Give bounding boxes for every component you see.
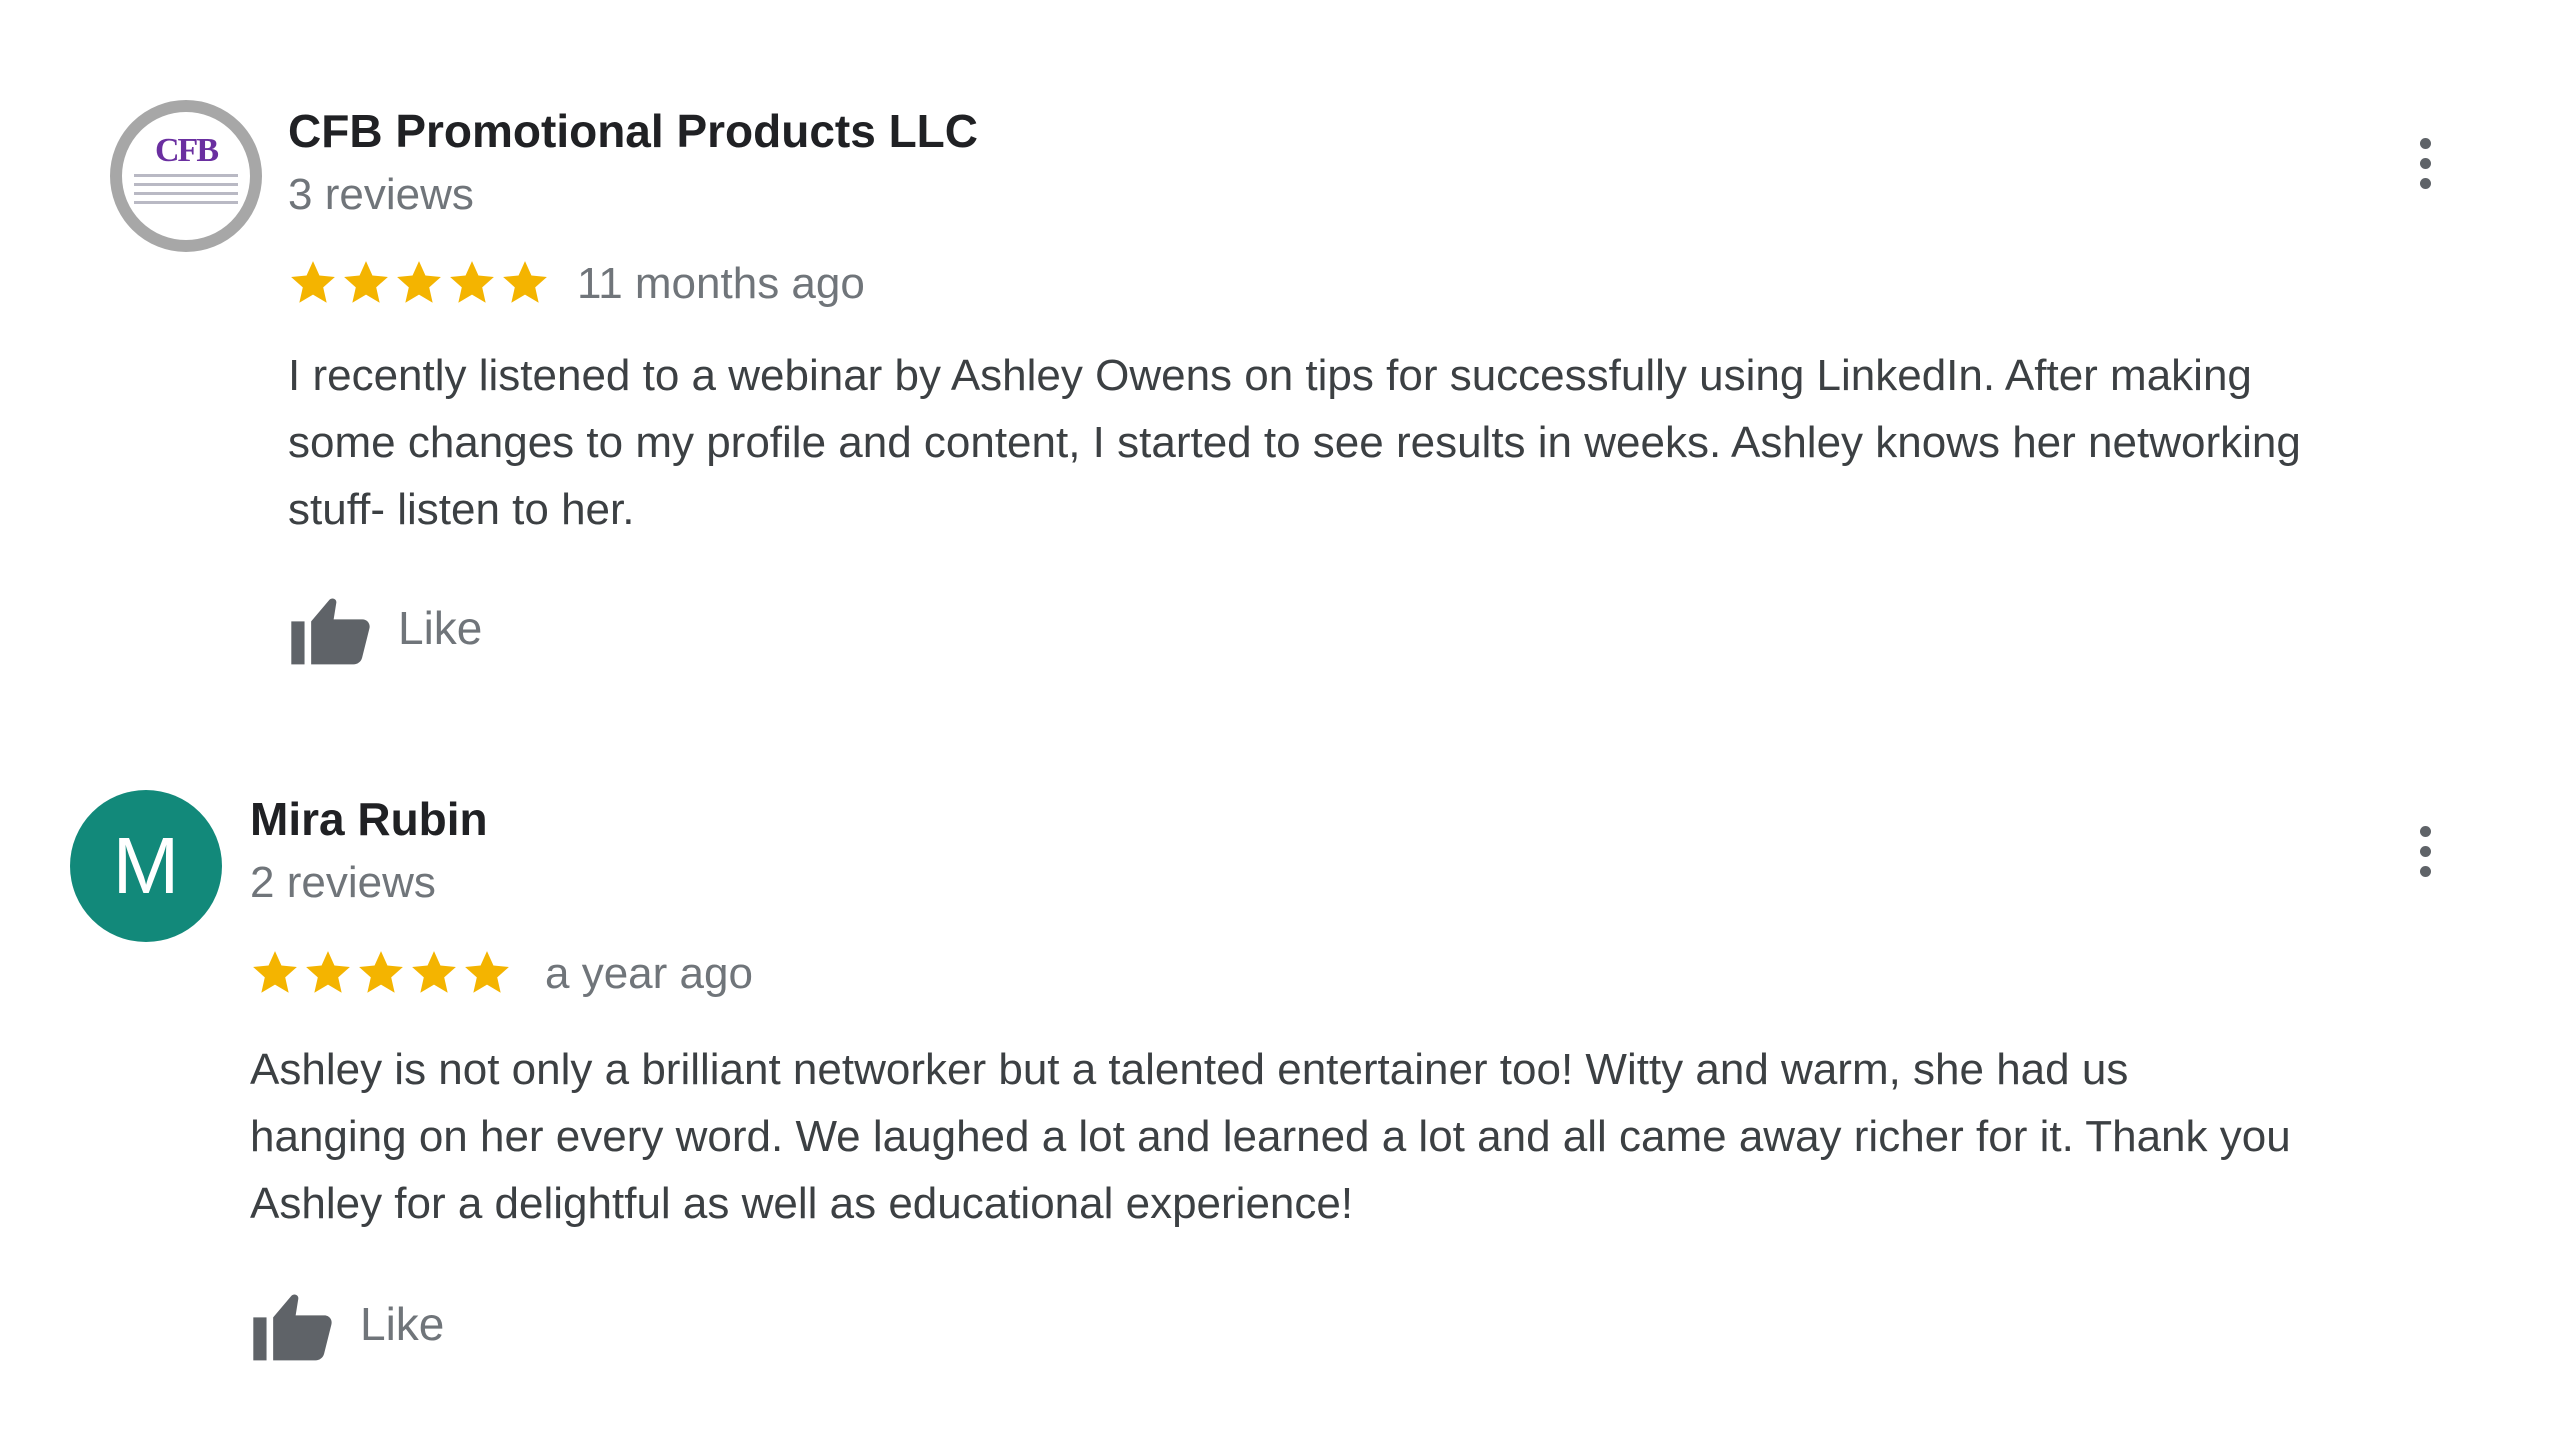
review-time: a year ago: [545, 949, 753, 998]
like-label: Like: [360, 1298, 445, 1350]
thumbs-up-icon: [291, 598, 370, 665]
logo-text: CFB: [155, 132, 219, 169]
avatar-letter: M: [112, 821, 180, 910]
more-options-button[interactable]: [2396, 126, 2456, 206]
review-text: Ashley is not only a brilliant networker…: [250, 1036, 2560, 1237]
review-text-line: hanging on her every word. We laughed a …: [250, 1112, 2291, 1161]
review-time: 11 months ago: [577, 259, 865, 308]
review-text-line: some changes to my profile and content, …: [288, 418, 2301, 467]
like-button[interactable]: Like: [250, 1284, 444, 1364]
more-vertical-icon-dot: [2420, 178, 2431, 189]
more-vertical-icon-dot: [2420, 158, 2431, 169]
logo-image: CFB: [130, 120, 242, 232]
star-icon: [359, 951, 403, 993]
logo-lines: [134, 174, 238, 204]
star-icon: [450, 261, 494, 303]
review-text-line: Ashley is not only a brilliant networker…: [250, 1045, 2129, 1094]
star-rating: [288, 258, 550, 308]
star-icon: [344, 261, 388, 303]
like-button[interactable]: Like: [288, 588, 482, 668]
star-icon: [465, 951, 509, 993]
more-vertical-icon-dot: [2420, 846, 2431, 857]
reviewer-name[interactable]: Mira Rubin: [250, 792, 488, 846]
star-icon: [253, 951, 297, 993]
reviewer-avatar-logo[interactable]: CFB: [110, 100, 262, 252]
more-vertical-icon: [2420, 138, 2431, 149]
star-icon: [306, 951, 350, 993]
review-text-line: Ashley for a delightful as well as educa…: [250, 1179, 1354, 1228]
more-options-button[interactable]: [2396, 814, 2456, 894]
reviewer-avatar-letter[interactable]: M: [70, 790, 222, 942]
star-icon: [503, 261, 547, 303]
star-rating: [250, 948, 512, 998]
thumbs-up-icon: [253, 1294, 332, 1361]
review-text: I recently listened to a webinar by Ashl…: [288, 342, 2560, 543]
reviews-page: CFB CFB Promotional Products LLC 3 revie…: [0, 0, 2560, 1440]
more-vertical-icon-dot: [2420, 866, 2431, 877]
review-card: CFB CFB Promotional Products LLC 3 revie…: [0, 0, 2560, 700]
review-text-line: stuff- listen to her.: [288, 485, 635, 534]
reviewer-name[interactable]: CFB Promotional Products LLC: [288, 104, 978, 158]
star-icon: [397, 261, 441, 303]
more-vertical-icon: [2420, 826, 2431, 837]
like-label: Like: [398, 602, 483, 654]
star-icon: [412, 951, 456, 993]
review-count[interactable]: 3 reviews: [288, 170, 474, 220]
star-icon: [291, 261, 335, 303]
review-text-line: I recently listened to a webinar by Ashl…: [288, 351, 2252, 400]
review-count[interactable]: 2 reviews: [250, 858, 436, 908]
review-card: M Mira Rubin 2 reviews a year ago Ashley…: [0, 700, 2560, 1440]
